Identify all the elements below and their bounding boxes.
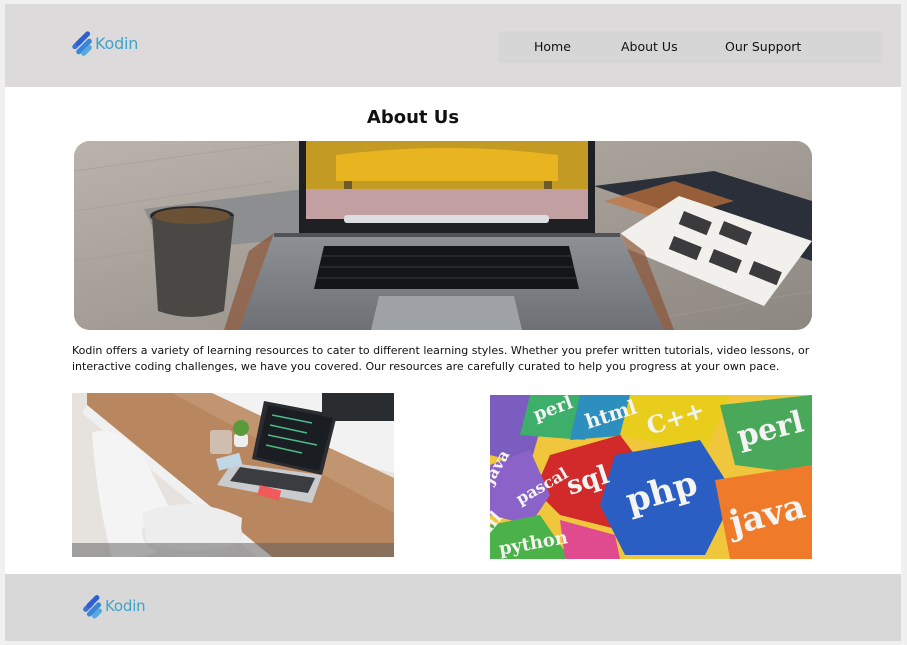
kodin-logo-icon xyxy=(69,30,95,57)
site-footer: Kodin xyxy=(5,574,901,641)
header-logo[interactable]: Kodin xyxy=(69,30,139,57)
nav-home-link[interactable]: Home xyxy=(534,39,571,54)
logo-text: Kodin xyxy=(95,33,139,53)
desk-workspace-illustration xyxy=(72,393,394,557)
site-header: Kodin Home About Us Our Support xyxy=(5,4,901,87)
laptop-desk-illustration xyxy=(74,141,812,330)
nav-support-link[interactable]: Our Support xyxy=(725,39,801,54)
language-blocks-illustration: perl html C++ perl java sql php pascal j… xyxy=(490,395,812,559)
kodin-logo-icon xyxy=(81,594,105,620)
nav-about-link[interactable]: About Us xyxy=(621,39,678,54)
hero-image xyxy=(74,141,812,330)
workspace-image xyxy=(72,393,394,557)
main-nav: Home About Us Our Support xyxy=(498,31,882,63)
about-description: Kodin offers a variety of learning resou… xyxy=(72,344,810,373)
footer-logo-text: Kodin xyxy=(105,597,146,615)
programming-languages-image: perl html C++ perl java sql php pascal j… xyxy=(490,395,812,559)
page-frame: Kodin Home About Us Our Support About Us xyxy=(5,4,901,641)
footer-logo[interactable]: Kodin xyxy=(81,594,146,620)
page-title: About Us xyxy=(366,107,460,128)
